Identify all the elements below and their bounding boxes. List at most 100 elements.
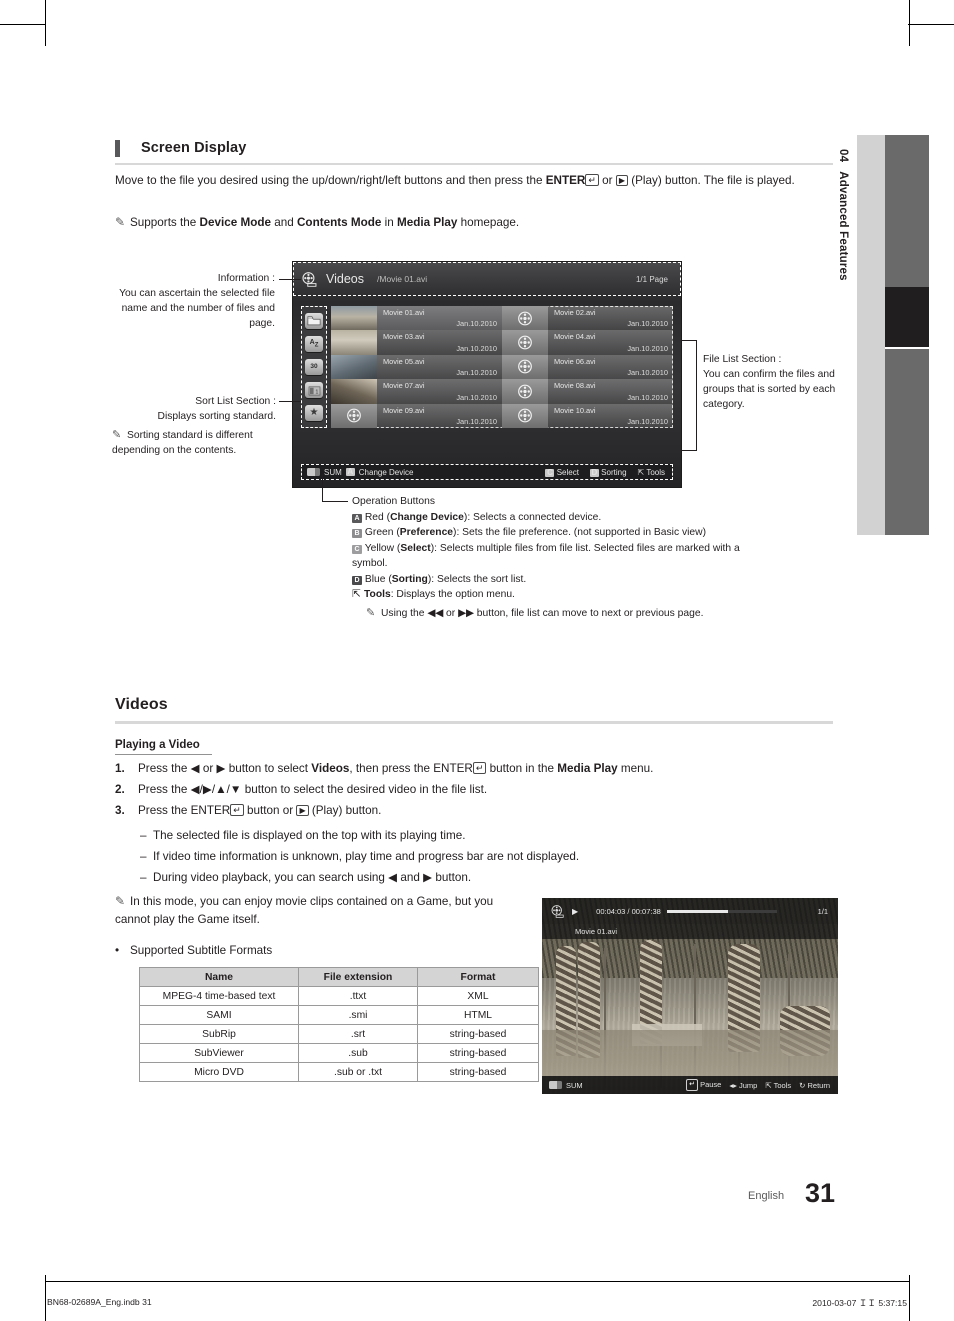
player-return-label[interactable]: Return xyxy=(807,1081,830,1090)
screen-display-accent-bar xyxy=(115,140,120,157)
playing-a-video-subheading: Playing a Video xyxy=(115,739,200,751)
player-pause-label[interactable]: Pause xyxy=(700,1080,721,1089)
file-list-item[interactable]: Movie 03.avi Jan.10.2010 xyxy=(331,330,502,355)
paragraph-text-b: or xyxy=(598,174,616,187)
file-name: Movie 03.avi xyxy=(383,332,425,342)
step-1-a: Press the xyxy=(138,762,191,775)
tv-info-bar: Videos /Movie 01.avi 1/1 Page xyxy=(293,262,681,296)
file-list-brace-bottom xyxy=(681,450,697,451)
tv-operation-bar: SUM A Change Device C Select D Sorting ⇱… xyxy=(301,464,673,480)
information-annotation: Information : You can ascertain the sele… xyxy=(100,271,275,331)
file-name: Movie 05.avi xyxy=(383,356,425,366)
file-name: Movie 10.avi xyxy=(554,405,596,415)
file-photo-thumbnail xyxy=(331,354,377,380)
file-list-brace-v xyxy=(696,340,697,450)
file-list-item[interactable]: Movie 09.avi Jan.10.2010 xyxy=(331,403,502,428)
enter-key-icon: ↵ xyxy=(585,174,599,186)
file-photo-thumbnail xyxy=(331,379,377,404)
step-1-g: button in the xyxy=(486,762,558,775)
op-tools-c: : Displays the option menu. xyxy=(390,589,515,600)
op-green-b: Preference xyxy=(399,527,454,538)
supported-subtitle-bullet: • Supported Subtitle Formats xyxy=(115,942,515,960)
file-list-item[interactable]: Movie 07.avi Jan.10.2010 xyxy=(331,379,502,404)
player-tools-label[interactable]: Tools xyxy=(774,1081,792,1090)
op-yellow-b: Select xyxy=(400,542,431,554)
paragraph-text-a: Move to the file you desired using the u… xyxy=(115,174,546,187)
file-list-item[interactable]: Movie 02.avi Jan.10.2010 xyxy=(502,306,673,331)
op-blue-a: Blue ( xyxy=(364,573,392,585)
step-1-e: , then press the xyxy=(349,762,434,775)
table-cell: MPEG-4 time-based text xyxy=(139,986,299,1006)
bullet-marker: • xyxy=(115,944,120,957)
file-list-row: Movie 01.avi Jan.10.2010 Movie 02.avi Jan.1… xyxy=(331,306,673,331)
videos-rule xyxy=(115,721,833,724)
file-reel-thumbnail xyxy=(502,403,548,428)
favorite-star-icon[interactable]: ★ xyxy=(305,405,323,422)
step-3-d: (Play) button. xyxy=(308,804,382,817)
information-annotation-title: Information : xyxy=(217,273,275,284)
operation-note-text: Using the ◀◀ or ▶▶ button, file list can… xyxy=(381,608,704,619)
op-red-a: Red ( xyxy=(364,511,391,523)
table-row: SubRip .srt string-based xyxy=(139,1024,539,1044)
folder-icon[interactable] xyxy=(305,312,323,329)
file-date: Jan.10.2010 xyxy=(456,416,497,426)
table-cell: .smi xyxy=(298,1005,418,1025)
tools-label[interactable]: Tools xyxy=(646,468,665,477)
file-list-item[interactable]: Movie 08.avi Jan.10.2010 xyxy=(502,379,673,404)
blue-d-key-icon[interactable]: D xyxy=(589,468,599,477)
table-cell: string-based xyxy=(417,1024,539,1044)
file-name: Movie 06.avi xyxy=(554,356,596,366)
blue-key-icon: D xyxy=(352,575,362,585)
green-key-icon: B xyxy=(352,529,362,538)
file-reel-thumbnail xyxy=(502,354,548,380)
crop-mark-top-left-v xyxy=(45,0,46,46)
operation-leader-h xyxy=(322,501,348,502)
red-a-key-icon[interactable]: A xyxy=(345,468,355,476)
svg-text:1: 1 xyxy=(315,389,318,395)
op-tools-b: Tools xyxy=(364,589,391,600)
file-list-item[interactable]: Movie 04.avi Jan.10.2010 xyxy=(502,330,673,355)
player-progress-bar[interactable] xyxy=(666,909,777,913)
change-device-label[interactable]: Change Device xyxy=(359,468,414,477)
play-key-icon: ▶ xyxy=(615,175,628,186)
table-header-name: Name xyxy=(139,967,299,987)
playing-a-video-underline xyxy=(115,754,212,755)
file-name: Movie 08.avi xyxy=(554,381,596,391)
media-play-screen-mockup: Videos /Movie 01.avi 1/1 Page AZ 30 1 ★ … xyxy=(293,262,681,487)
yellow-c-key-icon[interactable]: C xyxy=(545,468,555,477)
sort-list-section[interactable]: AZ 30 1 ★ xyxy=(301,306,327,428)
step-1-enter: ENTER xyxy=(433,762,473,775)
step-1-d: Videos xyxy=(311,762,350,775)
sum-label: SUM xyxy=(324,467,342,477)
file-list-item[interactable]: Movie 01.avi Jan.10.2010 xyxy=(331,306,502,331)
chapter-tab-label: 04 Advanced Features xyxy=(829,143,857,543)
file-meta: Movie 04.avi Jan.10.2010 xyxy=(548,330,673,355)
tools-key-icon[interactable]: ⇱ xyxy=(638,468,645,477)
dash-marker-2: – xyxy=(140,850,147,863)
file-date: Jan.10.2010 xyxy=(456,319,497,329)
player-filename-bar: Movie 01.avi xyxy=(542,924,838,939)
operation-buttons-title: Operation Buttons xyxy=(352,496,435,507)
alphabetical-az-icon[interactable]: AZ xyxy=(305,335,323,352)
file-list-item[interactable]: Movie 06.avi Jan.10.2010 xyxy=(502,354,673,380)
chapter-icon[interactable]: 1 xyxy=(305,382,323,399)
sorting-label[interactable]: Sorting xyxy=(601,468,626,477)
step-1-c: button to select xyxy=(225,762,312,775)
file-meta: Movie 10.avi Jan.10.2010 xyxy=(548,403,673,428)
step-1-number: 1. xyxy=(115,762,125,775)
file-list-item[interactable]: Movie 10.avi Jan.10.2010 xyxy=(502,403,673,428)
select-label[interactable]: Select xyxy=(557,468,579,477)
table-header-format: Format xyxy=(417,967,539,987)
player-jump-label[interactable]: Jump xyxy=(739,1081,757,1090)
table-cell: XML xyxy=(417,986,539,1006)
table-cell: string-based xyxy=(417,1043,539,1063)
player-time: 00:04:03 / 00:07:38 xyxy=(596,906,661,916)
dash-marker-3: – xyxy=(140,871,147,884)
crop-mark-top-right-v xyxy=(909,0,910,46)
file-list-item[interactable]: Movie 05.avi Jan.10.2010 xyxy=(331,354,502,380)
file-list-section[interactable]: Movie 01.avi Jan.10.2010 Movie 02.avi Jan.1… xyxy=(331,306,673,428)
note-text-b: Device Mode xyxy=(199,216,271,229)
note-pencil-icon: ✎ xyxy=(115,215,126,229)
calendar-30-icon[interactable]: 30 xyxy=(305,358,323,375)
table-cell: SubViewer xyxy=(139,1043,299,1063)
